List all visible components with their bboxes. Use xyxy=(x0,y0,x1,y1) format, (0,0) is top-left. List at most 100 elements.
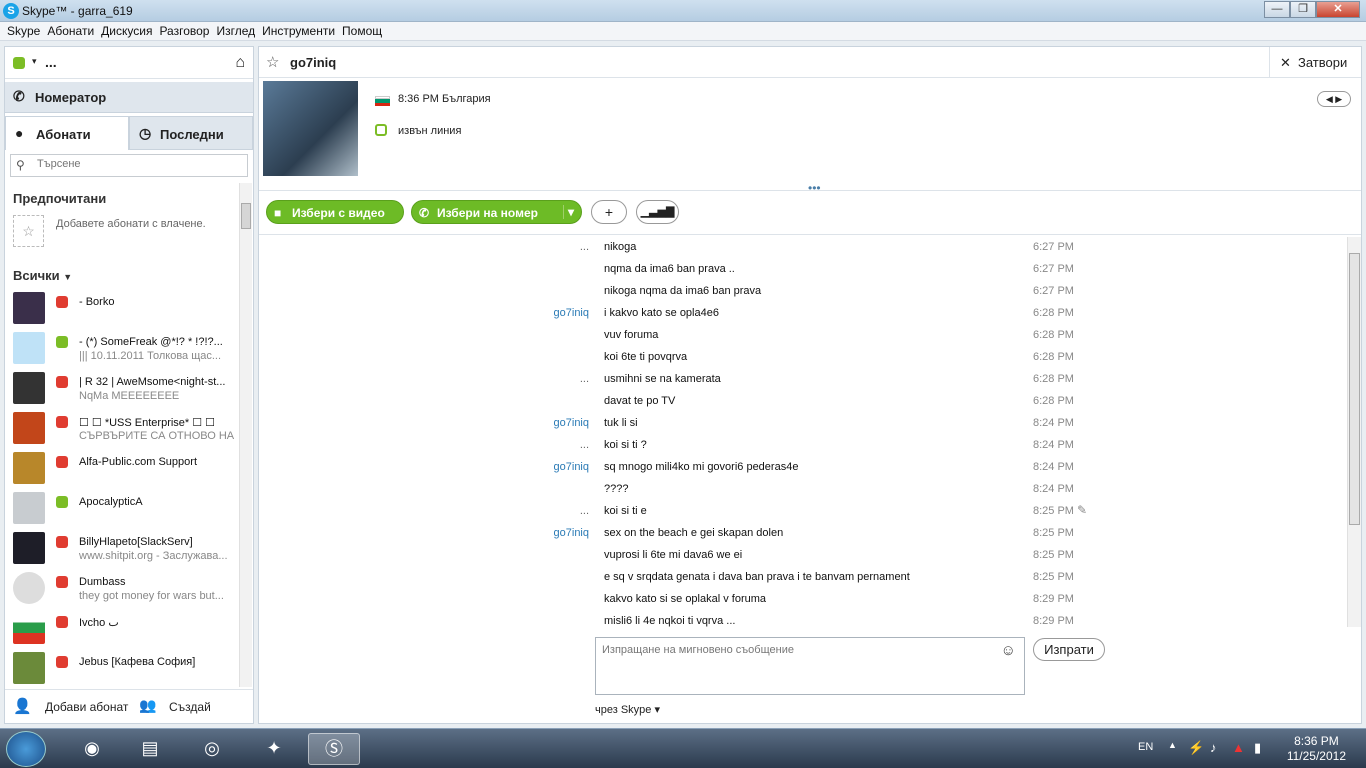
user-display-name[interactable]: ... xyxy=(45,54,57,70)
chevron-down-icon[interactable]: ▾ xyxy=(32,56,37,67)
counter-strike-icon[interactable]: ✦ xyxy=(248,733,300,765)
scrollbar-thumb[interactable] xyxy=(241,203,251,229)
call-quality-icon[interactable]: ▁▃▅▇ xyxy=(636,200,679,224)
contact-item[interactable]: Jebus [Кафева София] xyxy=(5,647,238,687)
edit-pencil-icon[interactable]: ✎ xyxy=(1077,503,1087,517)
message-input-placeholder: Изпращане на мигновено съобщение xyxy=(602,644,794,656)
contact-list-scrollbar[interactable] xyxy=(239,183,252,687)
contact-list: - Borko - (*) SomeFreak @*!? * !?!?... |… xyxy=(5,287,238,687)
message-sender[interactable]: go7iniq xyxy=(554,527,589,539)
contact-item[interactable]: ☐ ☐ *USS Enterprise* ☐ ☐ СЪРВЪРИТЕ СА ОТ… xyxy=(5,407,238,447)
search-input[interactable] xyxy=(37,158,237,170)
close-conversation-button[interactable]: ✕ Затвори xyxy=(1269,47,1361,77)
send-button[interactable]: Изпрати xyxy=(1033,638,1105,661)
profile-nav-arrows[interactable]: ◀ ▶ xyxy=(1317,91,1351,107)
message-text: nqma da ima6 ban prava .. xyxy=(604,263,735,275)
volume-icon[interactable]: ♪ xyxy=(1210,740,1217,755)
contact-item[interactable]: ApocalypticA xyxy=(5,487,238,527)
message-sender: ... xyxy=(579,505,589,517)
contact-item[interactable]: - Borko xyxy=(5,287,238,327)
create-label: Създай xyxy=(169,700,211,714)
person-icon: ● xyxy=(15,125,24,141)
video-call-button[interactable]: ■ Избери с видео xyxy=(266,200,404,224)
all-contacts-title[interactable]: Всички ▼ xyxy=(13,268,72,283)
avatar xyxy=(13,412,45,444)
menu-call[interactable]: Разговор xyxy=(152,22,209,38)
message-text: usmihni se na kamerata xyxy=(604,373,721,385)
contact-mood: www.shitpit.org - Заслужава... xyxy=(79,550,228,562)
minimize-button[interactable]: — xyxy=(1264,1,1290,18)
windows-taskbar: ◉ ▤ ◎ ✦ Ⓢ EN ▲ ⚡ ♪ ▲ ▮ 8:36 PM 11/25/201… xyxy=(0,728,1366,768)
contact-item[interactable]: Dumbass they got money for wars but... xyxy=(5,567,238,607)
windows-start-icon[interactable] xyxy=(6,731,46,767)
send-via-dropdown[interactable]: чрез Skype ▾ xyxy=(595,703,660,716)
antivirus-icon[interactable]: ▲ xyxy=(1232,740,1245,755)
home-icon[interactable]: ⌂ xyxy=(235,54,245,72)
add-contact-button[interactable]: 👤 Добави абонат xyxy=(5,690,129,723)
menu-help[interactable]: Помощ xyxy=(335,22,382,38)
contact-name: - (*) SomeFreak @*!? * !?!?... xyxy=(79,336,223,348)
explorer-folder-icon[interactable]: ▤ xyxy=(124,733,176,765)
create-group-button[interactable]: 👥 Създай xyxy=(129,690,253,723)
message-text: nikoga xyxy=(604,241,637,253)
menu-tools[interactable]: Инструменти xyxy=(255,22,335,38)
language-indicator[interactable]: EN xyxy=(1138,741,1153,753)
contact-item[interactable]: | R 32 | AweMsome<night-st... NqMa MEEEE… xyxy=(5,367,238,407)
menu-contacts[interactable]: Абонати xyxy=(40,22,94,38)
tray-expand-icon[interactable]: ▲ xyxy=(1168,740,1177,750)
voice-call-label: Избери на номер xyxy=(437,206,538,220)
clock[interactable]: 8:36 PM 11/25/2012 xyxy=(1287,734,1346,764)
all-contacts-label: Всички xyxy=(13,268,60,283)
menu-conversation[interactable]: Дискусия xyxy=(94,22,152,38)
message-scrollbar[interactable] xyxy=(1347,237,1361,627)
power-icon[interactable]: ⚡ xyxy=(1188,740,1204,756)
contact-mood: they got money for wars but... xyxy=(79,590,224,602)
contact-item[interactable]: BillyHlapeto[SlackServ] www.shitpit.org … xyxy=(5,527,238,567)
conversation-header: ☆ go7iniq ✕ Затвори xyxy=(259,47,1361,78)
contact-item[interactable]: Ivcho ٮ xyxy=(5,607,238,647)
message-row: go7iniq sex on the beach e gei skapan dol… xyxy=(259,523,1347,545)
tab-recent[interactable]: ◷ Последни xyxy=(129,116,253,150)
phone-icon: ✆ xyxy=(419,206,430,220)
contact-name: - Borko xyxy=(79,296,115,308)
menu-skype[interactable]: Skype xyxy=(0,22,40,38)
skype-taskbar-icon[interactable]: Ⓢ xyxy=(308,733,360,765)
message-time: 8:29 PM xyxy=(1033,593,1074,605)
network-icon[interactable]: ▮ xyxy=(1254,740,1261,756)
avatar xyxy=(13,492,45,524)
firefox-icon[interactable]: ◉ xyxy=(66,733,118,765)
online-status-icon[interactable] xyxy=(13,57,25,69)
message-text: i kakvo kato se opla4e6 xyxy=(604,307,719,319)
dialpad-button[interactable]: ✆ Номератор xyxy=(5,82,253,113)
message-time: 8:25 PM xyxy=(1033,549,1074,561)
add-participant-button[interactable]: + xyxy=(591,200,627,224)
tab-contacts[interactable]: ● Абонати xyxy=(5,116,129,150)
contact-item[interactable]: - (*) SomeFreak @*!? * !?!?... ||| 10.11… xyxy=(5,327,238,367)
message-sender: ... xyxy=(579,373,589,385)
favorite-star-icon[interactable]: ☆ xyxy=(266,53,279,71)
scrollbar-thumb[interactable] xyxy=(1349,253,1360,525)
menu-view[interactable]: Изглед xyxy=(209,22,255,38)
message-sender: ... xyxy=(579,439,589,451)
user-status-bar[interactable]: ▾ ... ⌂ xyxy=(5,47,253,79)
contact-profile-picture xyxy=(263,81,358,176)
tab-recent-label: Последни xyxy=(160,127,224,142)
chrome-icon[interactable]: ◎ xyxy=(186,733,238,765)
message-input[interactable]: Изпращане на мигновено съобщение ☺ xyxy=(595,637,1025,695)
plus-icon: + xyxy=(604,204,614,220)
voice-call-button[interactable]: ✆ Избери на номер ▾ xyxy=(411,200,582,224)
avatar xyxy=(13,652,45,684)
message-sender[interactable]: go7iniq xyxy=(554,417,589,429)
contact-item[interactable]: Alfa-Public.com Support xyxy=(5,447,238,487)
search-box[interactable]: ⚲ xyxy=(10,154,248,177)
contact-tabs: ● Абонати ◷ Последни xyxy=(5,116,253,150)
close-window-button[interactable]: ✕ xyxy=(1316,1,1360,18)
message-time: 8:24 PM xyxy=(1033,417,1074,429)
away-status-icon xyxy=(56,616,68,628)
message-sender[interactable]: go7iniq xyxy=(554,307,589,319)
chevron-down-icon[interactable]: ▾ xyxy=(563,205,574,219)
emoticon-icon[interactable]: ☺ xyxy=(1001,642,1016,659)
message-sender[interactable]: go7iniq xyxy=(554,461,589,473)
message-text: sq mnogo mili4ko mi govori6 pederas4e xyxy=(604,461,799,473)
maximize-button[interactable]: ❐ xyxy=(1290,1,1316,18)
